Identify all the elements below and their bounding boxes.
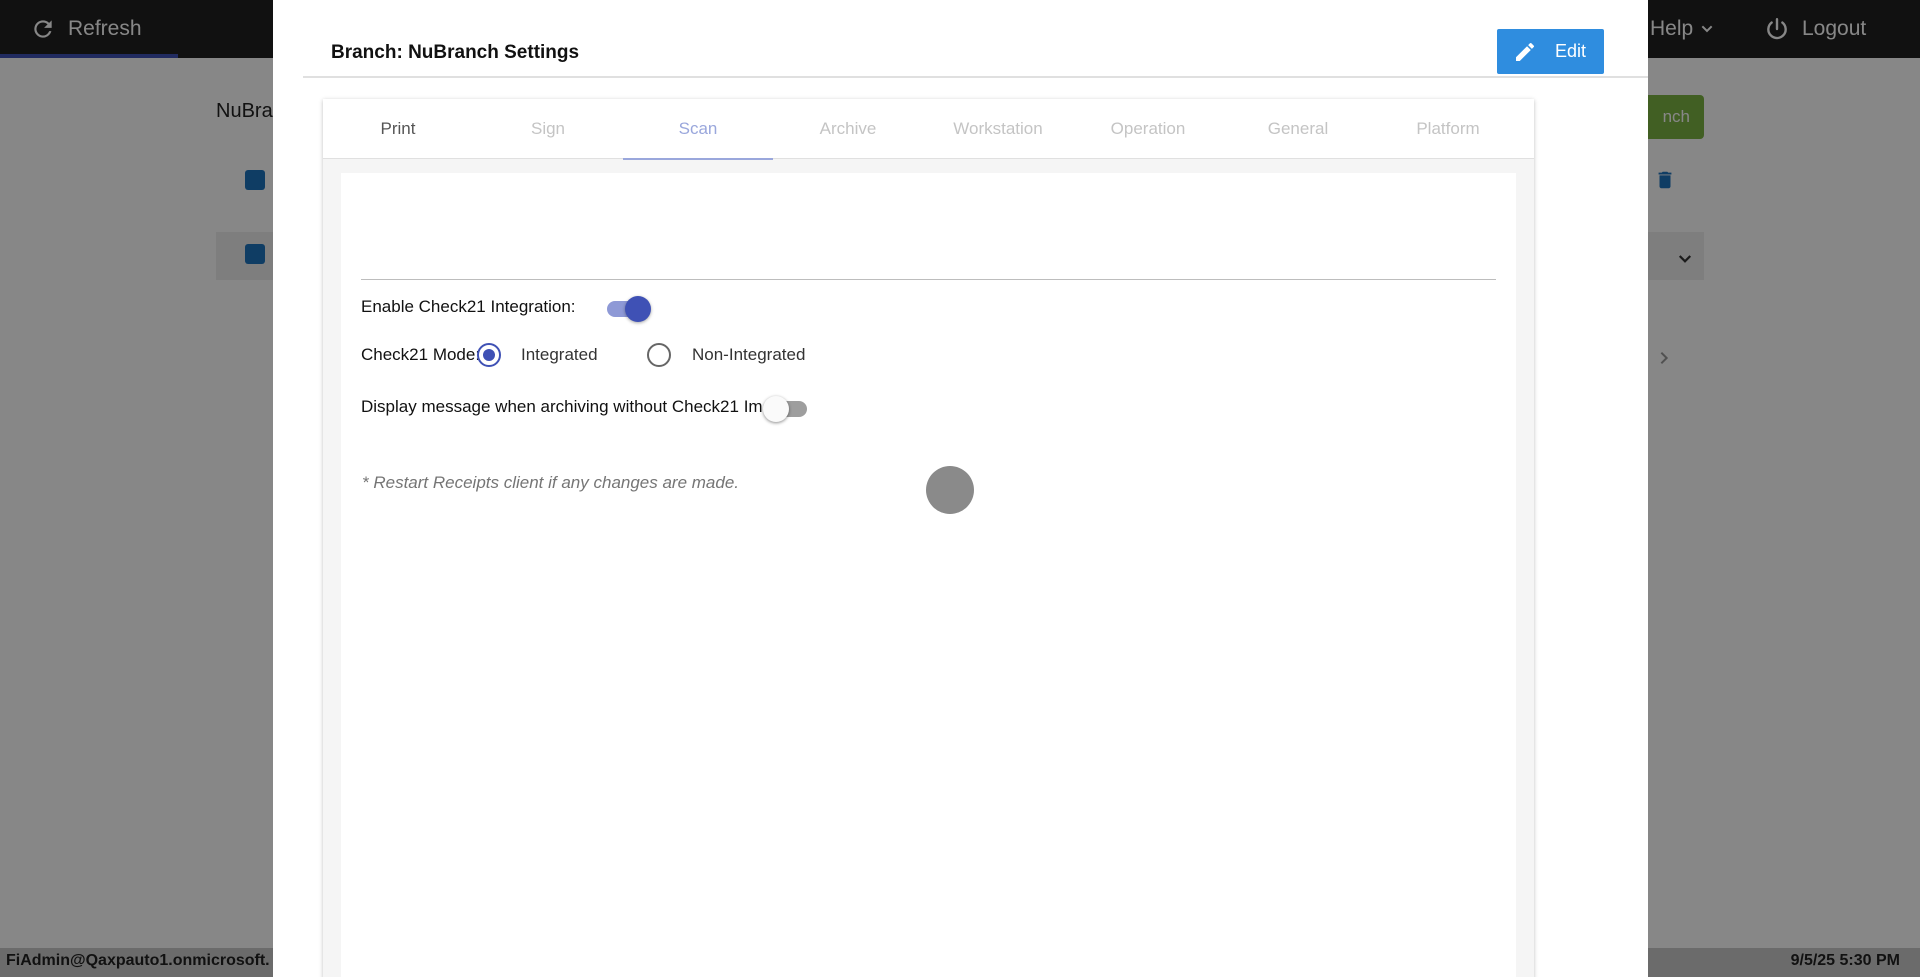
- check21-mode-label: Check21 Mode:: [361, 345, 481, 364]
- settings-tabs: Print Sign Scan Archive Workstation Oper…: [323, 99, 1534, 160]
- pencil-icon: [1516, 42, 1535, 61]
- edit-label: Edit: [1555, 41, 1587, 61]
- tab-archive[interactable]: Archive: [773, 99, 923, 159]
- header-divider: [303, 76, 1648, 78]
- settings-card: Print Sign Scan Archive Workstation Oper…: [323, 99, 1534, 977]
- loading-spinner: [926, 466, 974, 514]
- toggle-thumb: [763, 396, 789, 422]
- restart-note: * Restart Receipts client if any changes…: [362, 473, 740, 492]
- mode-integrated-radio[interactable]: [477, 343, 501, 367]
- mode-non-integrated-radio[interactable]: [647, 343, 671, 367]
- enable-check21-label: Enable Check21 Integration:: [361, 297, 576, 316]
- scan-settings-panel: Enable Check21 Integration: Check21 Mode…: [341, 173, 1516, 977]
- panel-divider: [361, 279, 1496, 280]
- edit-button[interactable]: Edit: [1497, 29, 1604, 74]
- tab-print[interactable]: Print: [323, 99, 473, 159]
- tab-operation[interactable]: Operation: [1073, 99, 1223, 159]
- tab-scan[interactable]: Scan: [623, 99, 773, 160]
- tab-platform[interactable]: Platform: [1373, 99, 1523, 159]
- tab-general[interactable]: General: [1223, 99, 1373, 159]
- status-user: FiAdmin@Qaxpauto1.onmicrosoft.: [6, 952, 270, 969]
- mode-non-integrated-label[interactable]: Non-Integrated: [692, 345, 805, 365]
- dialog-title: Branch: NuBranch Settings: [331, 42, 580, 63]
- mode-integrated-label[interactable]: Integrated: [521, 345, 598, 365]
- status-datetime: 9/5/25 5:30 PM: [1790, 952, 1900, 969]
- display-message-label: Display message when archiving without C…: [361, 397, 805, 416]
- tab-sign[interactable]: Sign: [473, 99, 623, 159]
- toggle-thumb: [625, 296, 651, 322]
- tab-workstation[interactable]: Workstation: [923, 99, 1073, 159]
